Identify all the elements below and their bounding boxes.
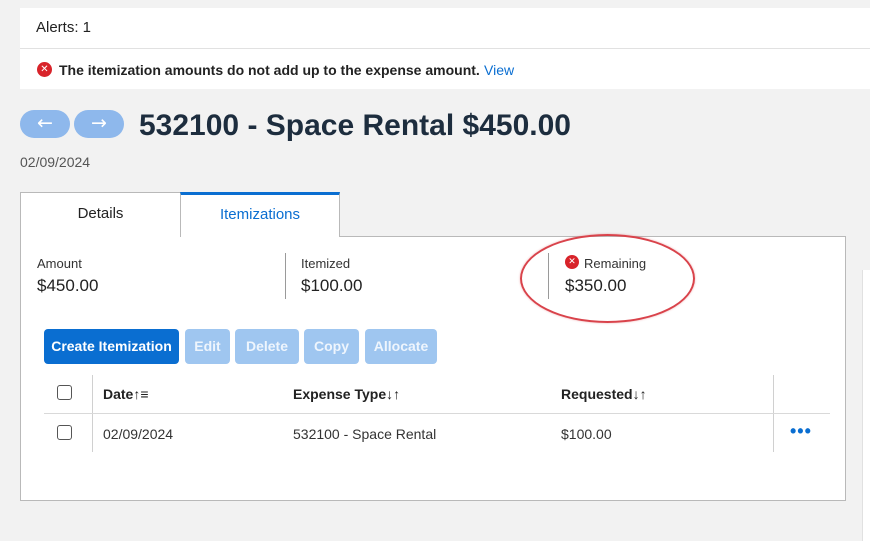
copy-button[interactable]: Copy <box>304 329 359 364</box>
row-requested: $100.00 <box>561 426 612 442</box>
row-expense-type: 532100 - Space Rental <box>293 426 437 442</box>
row-checkbox[interactable] <box>57 425 72 440</box>
tab-itemizations[interactable]: Itemizations <box>180 192 340 237</box>
previous-button[interactable]: ← <box>20 110 70 138</box>
itemizations-panel <box>20 236 846 501</box>
summary-divider <box>548 253 549 299</box>
allocate-button[interactable]: Allocate <box>365 329 437 364</box>
alert-message: The itemization amounts do not add up to… <box>59 62 480 78</box>
alert-view-link[interactable]: View <box>484 62 514 78</box>
remaining-value: $350.00 <box>565 276 627 295</box>
amount-value: $450.00 <box>37 276 99 295</box>
alerts-title: Alerts: 1 <box>36 19 92 36</box>
remaining-error-icon: ✕ <box>565 255 579 269</box>
row-date: 02/09/2024 <box>103 426 174 442</box>
itemized-label: Itemized <box>301 256 351 271</box>
more-actions-icon[interactable]: ••• <box>790 421 812 442</box>
column-header-requested[interactable]: Requested↓↑ <box>561 386 647 402</box>
remaining-label: Remaining <box>584 256 647 271</box>
error-icon: ✕ <box>37 62 52 77</box>
alerts-header: Alerts: 1 <box>20 8 870 49</box>
summary-divider <box>285 253 286 299</box>
header-row-divider <box>44 413 830 414</box>
next-button[interactable]: → <box>74 110 124 138</box>
arrow-left-icon: ← <box>37 112 53 134</box>
create-itemization-button[interactable]: Create Itemization <box>44 329 179 364</box>
amount-label: Amount <box>37 256 82 271</box>
column-header-date[interactable]: Date↑≡ <box>103 386 149 402</box>
itemized-value: $100.00 <box>301 276 363 295</box>
arrow-right-icon: → <box>91 112 107 134</box>
column-header-expense-type[interactable]: Expense Type↓↑ <box>293 386 400 402</box>
edit-button[interactable]: Edit <box>185 329 230 364</box>
select-all-checkbox[interactable] <box>57 385 72 400</box>
page-title: 532100 - Space Rental $450.00 <box>139 109 571 142</box>
active-tab-connector <box>181 235 339 238</box>
delete-button[interactable]: Delete <box>235 329 299 364</box>
alert-message-row: ✕ The itemization amounts do not add up … <box>20 49 870 89</box>
transaction-date: 02/09/2024 <box>20 154 91 170</box>
side-panel-edge <box>862 270 870 541</box>
tab-details[interactable]: Details <box>20 192 181 237</box>
